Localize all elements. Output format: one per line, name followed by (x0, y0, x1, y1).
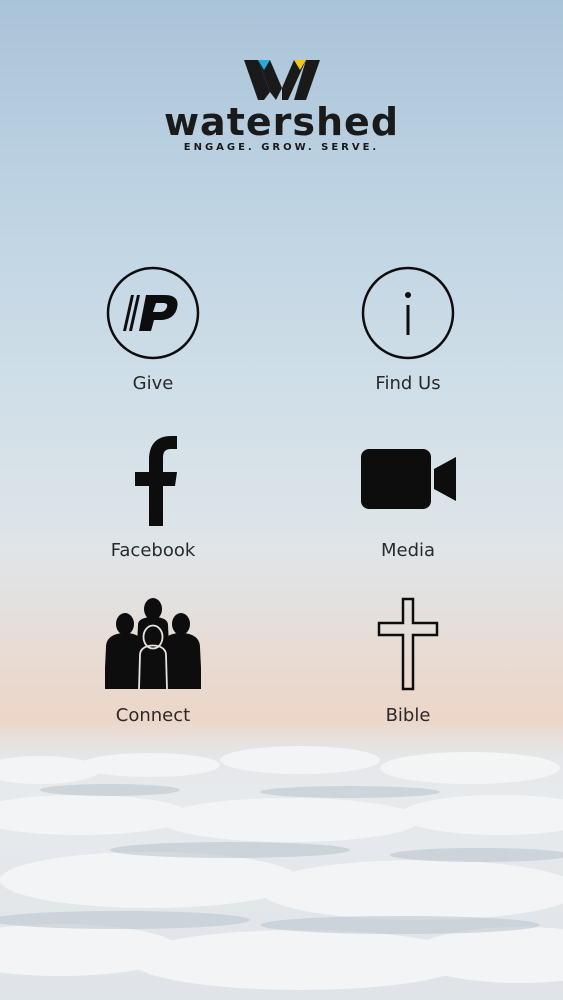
cross-icon (377, 597, 439, 691)
menu-item-bible[interactable]: Bible (308, 597, 508, 726)
app-screen: watershed ENGAGE. GROW. SERVE. Give Find… (0, 0, 563, 1000)
facebook-icon (135, 436, 177, 526)
menu-item-media[interactable]: Media (308, 432, 508, 561)
brand-tagline: ENGAGE. GROW. SERVE. (183, 142, 380, 153)
menu-item-facebook[interactable]: Facebook (53, 432, 253, 561)
menu-item-label: Bible (385, 705, 431, 726)
menu-item-label: Media (380, 540, 436, 561)
menu-item-label: Facebook (110, 540, 196, 561)
info-icon (361, 266, 455, 360)
video-camera-icon (361, 449, 456, 509)
pushpay-p-icon (106, 266, 200, 360)
menu-item-label: Connect (115, 705, 191, 726)
menu-item-label: Find Us (375, 373, 441, 394)
menu-item-connect[interactable]: Connect (53, 597, 253, 726)
brand-name: watershed (163, 100, 400, 144)
menu-item-label: Give (132, 373, 174, 394)
people-group-icon (105, 598, 201, 690)
clouds-background (0, 720, 563, 1000)
menu-item-find-us[interactable]: Find Us (308, 265, 508, 394)
watershed-w-logo-icon (243, 60, 320, 100)
menu-item-give[interactable]: Give (53, 265, 253, 394)
brand-logo: watershed ENGAGE. GROW. SERVE. (0, 58, 563, 153)
